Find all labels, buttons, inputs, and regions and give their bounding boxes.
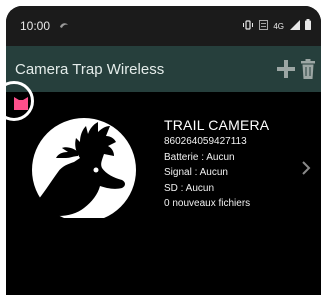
- signal-icon: [289, 17, 300, 35]
- status-time: 10:00: [20, 19, 51, 33]
- camera-name: TRAIL CAMERA: [164, 117, 270, 133]
- camera-new-files: 0 nouveaux fichiers: [164, 198, 251, 209]
- status-bar: 10:00 4G: [6, 6, 321, 46]
- camera-id: 860264059427113: [164, 136, 247, 147]
- app-bar: Camera Trap Wireless: [6, 46, 321, 92]
- deer-head-logo: [18, 108, 160, 218]
- camera-info: TRAIL CAMERA 860264059427113 Batterie : …: [164, 116, 269, 212]
- trash-icon: [301, 59, 315, 79]
- status-icons: 4G: [242, 17, 311, 35]
- app-title: Camera Trap Wireless: [15, 61, 165, 78]
- network-type-label: 4G: [273, 21, 284, 31]
- camera-battery: Batterie : Aucun: [164, 151, 235, 163]
- delete-camera-button[interactable]: [301, 59, 315, 79]
- camera-sd: SD : Aucun: [164, 182, 215, 194]
- chevron-right-icon: [301, 160, 311, 181]
- camera-list-item[interactable]: TRAIL CAMERA 860264059427113 Batterie : …: [6, 98, 321, 228]
- vibrate-icon: [242, 17, 254, 35]
- notification-icon: [58, 18, 70, 36]
- phone-screen: 10:00 4G Camera Trap Wireless TRAIL CAME…: [6, 6, 321, 295]
- battery-icon: [305, 17, 311, 35]
- camera-signal: Signal : Aucun: [164, 167, 228, 178]
- add-camera-button[interactable]: [277, 60, 295, 78]
- volte-icon: [259, 17, 269, 35]
- plus-icon: [277, 60, 295, 78]
